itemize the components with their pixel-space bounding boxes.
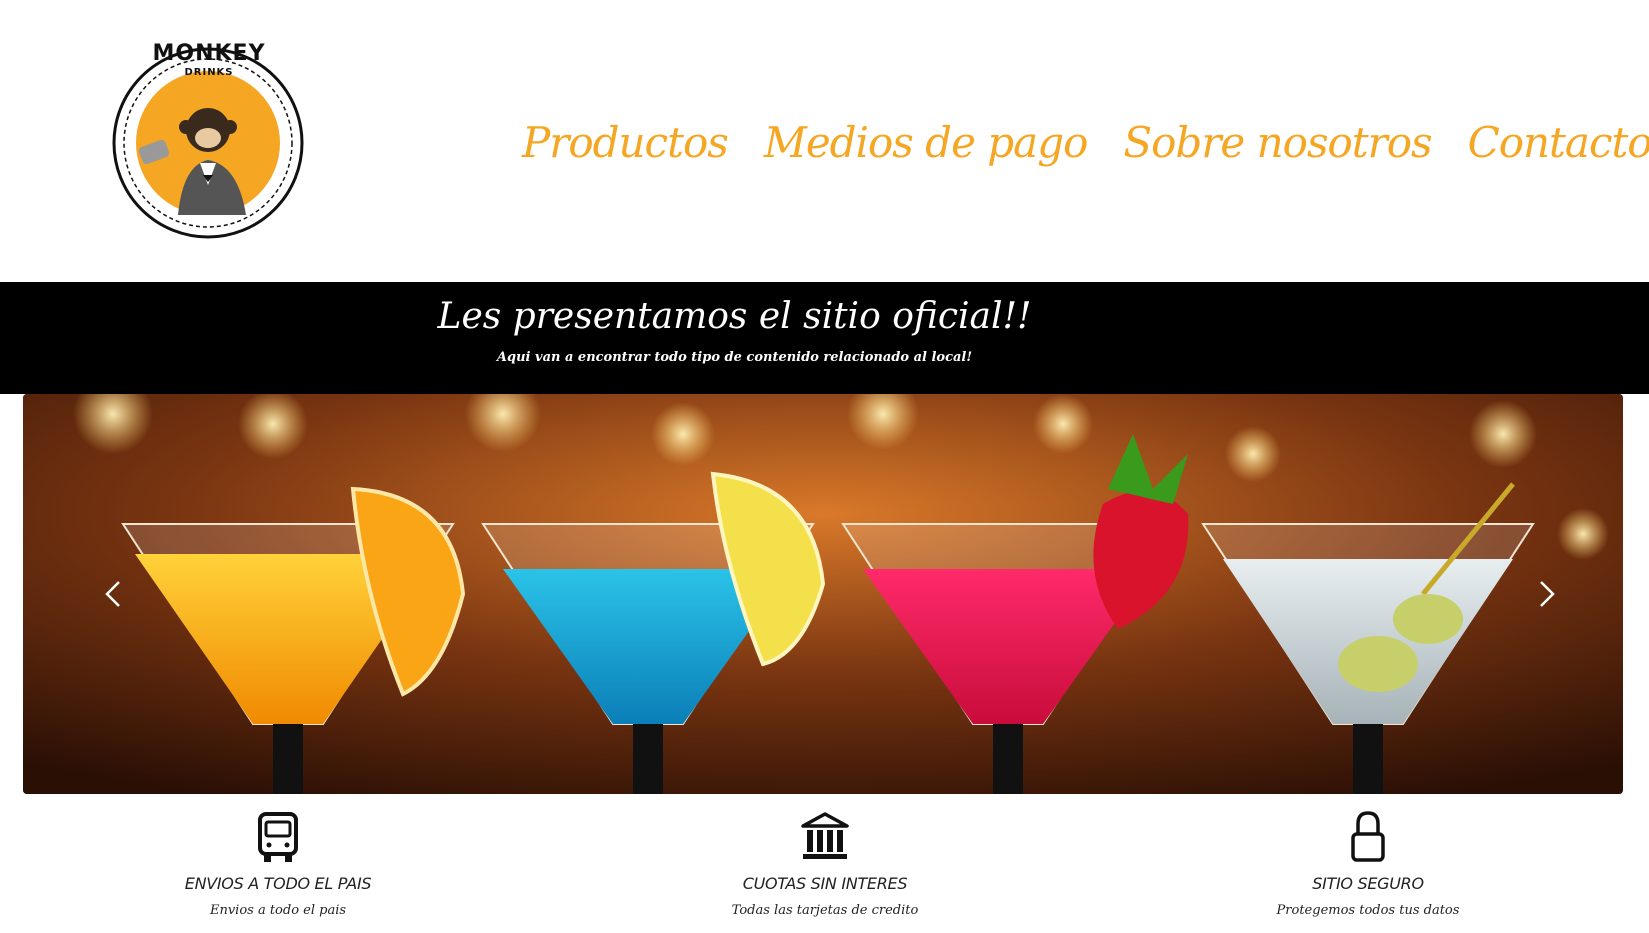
banner-subtitle: Aqui van a encontrar todo tipo de conten…: [496, 350, 973, 365]
carousel-next-button[interactable]: [1525, 574, 1565, 614]
banner-title: Les presentamos el sitio oficial!!: [437, 296, 1032, 337]
bus-icon: [258, 812, 298, 862]
feature-title: CUOTAS SIN INTERES: [742, 874, 908, 893]
feature-text: Protegemos todos tus datos: [1276, 903, 1460, 918]
feature-shipping: ENVIOS A TODO EL PAIS Envios a todo el p…: [78, 810, 478, 918]
brand-logo[interactable]: MONKEY DRINKS: [108, 35, 308, 240]
nav-item-sobre-nosotros[interactable]: Sobre nosotros: [1123, 118, 1432, 167]
nav-item-productos[interactable]: Productos: [522, 118, 729, 167]
bank-icon: [801, 812, 849, 859]
chevron-left-icon: [105, 581, 120, 607]
cocktails-image: [23, 394, 1623, 794]
nav-item-contacto[interactable]: Contacto: [1468, 118, 1649, 167]
carousel-prev-button[interactable]: [95, 574, 135, 614]
main-nav: Productos Medios de pago Sobre nosotros …: [522, 108, 1649, 176]
nav-item-medios-de-pago[interactable]: Medios de pago: [764, 118, 1089, 167]
feature-text: Envios a todo el pais: [209, 903, 347, 918]
chevron-right-icon: [1540, 581, 1555, 607]
brand-name: MONKEY: [152, 41, 266, 66]
feature-secure: SITIO SEGURO Protegemos todos tus datos: [1168, 810, 1568, 918]
feature-installments: CUOTAS SIN INTERES Todas las tarjetas de…: [625, 810, 1025, 918]
welcome-banner: Les presentamos el sitio oficial!! Aqui …: [0, 282, 1649, 394]
features-row: ENVIOS A TODO EL PAIS Envios a todo el p…: [0, 810, 1649, 933]
feature-title: ENVIOS A TODO EL PAIS: [184, 874, 372, 893]
feature-text: Todas las tarjetas de credito: [731, 903, 919, 918]
hero-carousel[interactable]: [23, 394, 1623, 794]
brand-tagline: DRINKS: [184, 67, 234, 78]
feature-title: SITIO SEGURO: [1312, 874, 1424, 893]
lock-icon: [1351, 811, 1385, 862]
